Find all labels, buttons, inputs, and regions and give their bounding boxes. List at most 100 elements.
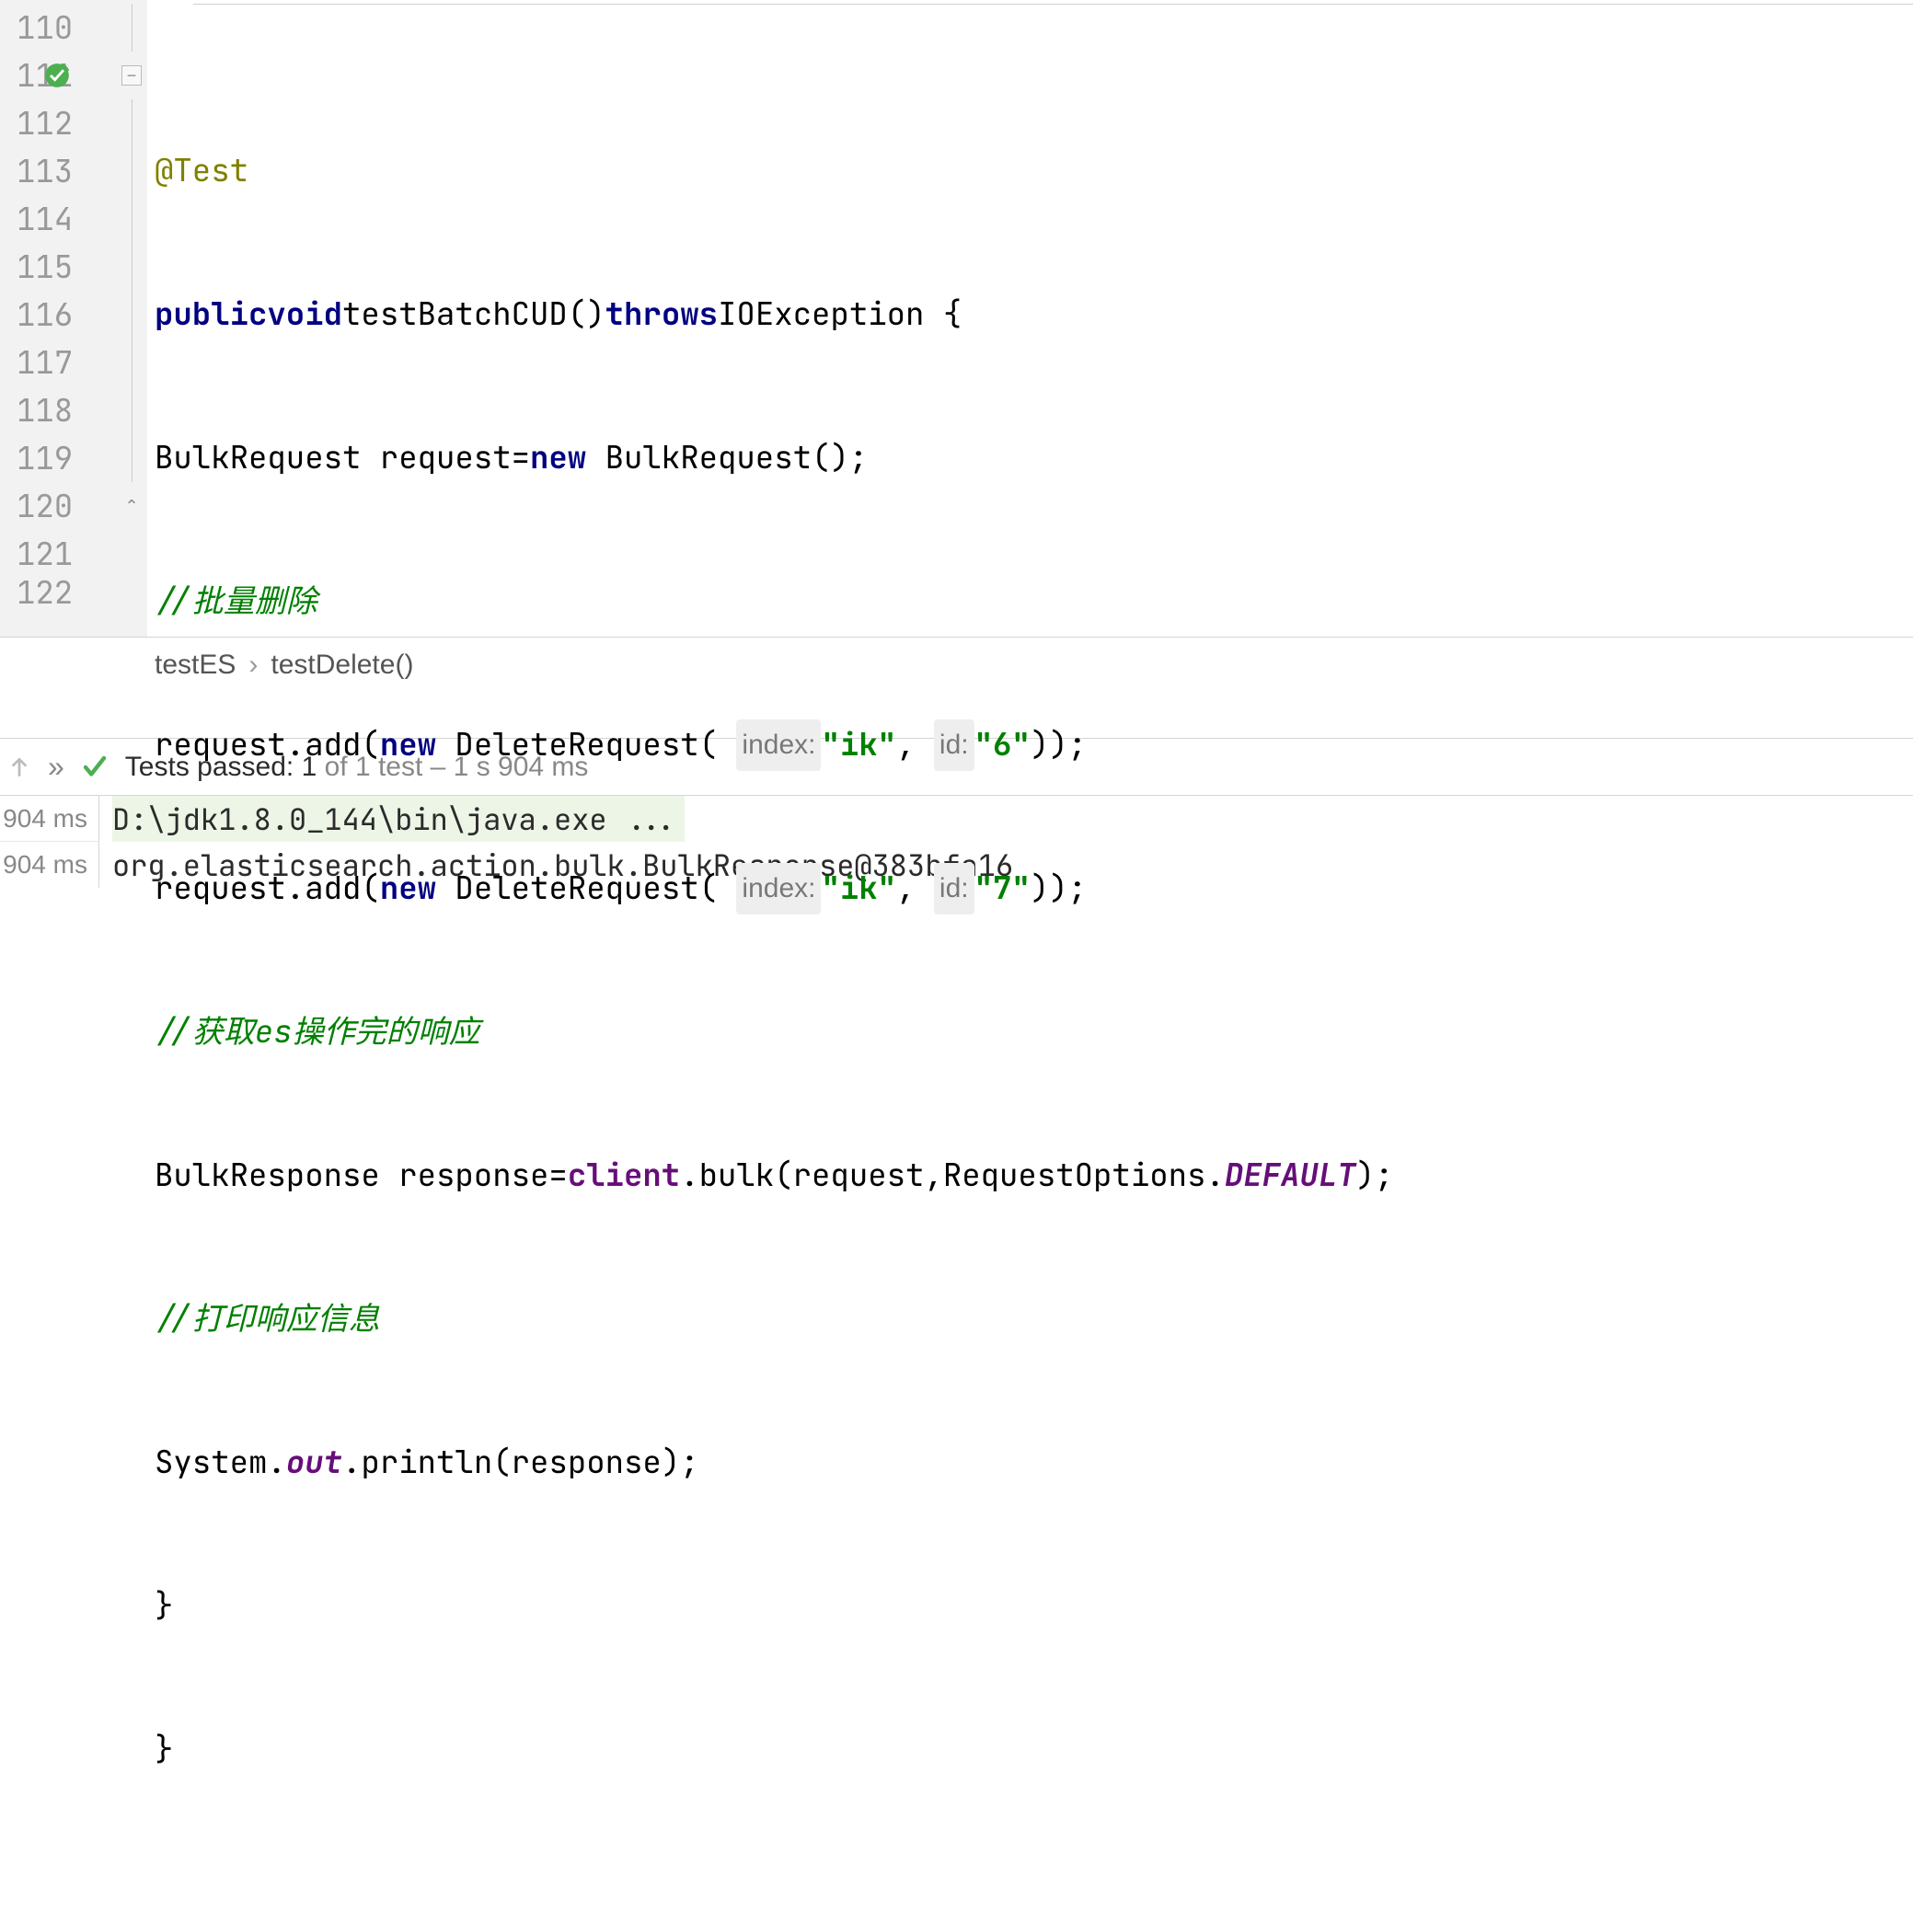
- line-number: 110: [17, 7, 81, 49]
- code-line[interactable]: }: [155, 1582, 1913, 1630]
- comment: //批量删除: [155, 578, 317, 626]
- line-number: 113: [17, 151, 81, 192]
- line-number: 120: [17, 486, 81, 527]
- fold-guide: [132, 386, 133, 434]
- run-test-icon[interactable]: [44, 63, 70, 88]
- gutter: 110 111 − 112 113 114 115 116: [0, 0, 147, 637]
- string-literal: "ik": [821, 865, 896, 913]
- code-text: ));: [1031, 721, 1087, 769]
- fold-guide: [132, 4, 133, 52]
- code-line[interactable]: //打印响应信息: [155, 1295, 1913, 1343]
- code-text: request.add(: [155, 721, 380, 769]
- code-text: .bulk(request,RequestOptions.: [680, 1152, 1225, 1200]
- keyword-new: new: [530, 434, 586, 482]
- code-line[interactable]: [155, 1869, 1913, 1899]
- field-client: client: [568, 1152, 680, 1200]
- code-area[interactable]: @Test public void testBatchCUD() throws …: [147, 0, 1913, 637]
- code-text: BulkResponse response=: [155, 1152, 568, 1200]
- tests-passed-icon: [81, 753, 109, 781]
- code-text: System.: [155, 1439, 286, 1487]
- fold-guide: [132, 339, 133, 386]
- code-text: ,: [896, 721, 934, 769]
- code-text: ));: [1031, 865, 1087, 913]
- gutter-row[interactable]: 120 ⌃: [0, 482, 147, 530]
- fold-guide: [132, 434, 133, 482]
- code-text: DeleteRequest(: [436, 865, 736, 913]
- line-number: 112: [17, 103, 81, 144]
- comment: //打印响应信息: [155, 1295, 380, 1343]
- code-text: DeleteRequest(: [436, 721, 736, 769]
- param-hint-index: index:: [736, 863, 821, 914]
- fold-guide: [132, 243, 133, 291]
- code-text: BulkRequest request=: [155, 434, 530, 482]
- code-line[interactable]: @Test: [155, 147, 1913, 195]
- expand-icon[interactable]: »: [48, 750, 64, 784]
- code-line[interactable]: BulkRequest request=new BulkRequest();: [155, 434, 1913, 482]
- code-line[interactable]: request.add(new DeleteRequest( index: "i…: [155, 721, 1913, 769]
- code-line[interactable]: BulkResponse response=client.bulk(reques…: [155, 1152, 1913, 1200]
- gutter-row[interactable]: 113: [0, 147, 147, 195]
- fold-guide: [132, 99, 133, 147]
- line-number: 117: [17, 342, 81, 384]
- code-line[interactable]: //获取es操作完的响应: [155, 1008, 1913, 1056]
- fold-end-icon[interactable]: ⌃: [121, 496, 142, 516]
- code-text: request.add(: [155, 865, 380, 913]
- gutter-row[interactable]: 116: [0, 291, 147, 339]
- gutter-row[interactable]: 112: [0, 99, 147, 147]
- keyword-void: void: [267, 291, 342, 339]
- history-up-icon[interactable]: [7, 755, 31, 779]
- throws-type: IOException {: [718, 291, 962, 339]
- brace-close: }: [155, 1726, 173, 1774]
- method-separator: [193, 4, 1913, 5]
- comment: //获取es操作完的响应: [155, 1008, 480, 1056]
- param-hint-id: id:: [934, 863, 974, 914]
- test-time[interactable]: 904 ms: [0, 842, 99, 888]
- code-text: ,: [896, 865, 934, 913]
- line-number: 122: [17, 578, 81, 607]
- string-literal: "ik": [821, 721, 896, 769]
- keyword-new: new: [380, 865, 436, 913]
- test-time-column: 904 ms 904 ms: [0, 796, 99, 888]
- code-text: BulkRequest();: [586, 434, 868, 482]
- code-line[interactable]: //批量删除: [155, 578, 1913, 626]
- line-number: 119: [17, 438, 81, 479]
- line-number: 114: [17, 199, 81, 240]
- gutter-row[interactable]: 115: [0, 243, 147, 291]
- method-name: testBatchCUD(): [342, 291, 605, 339]
- gutter-row[interactable]: 122: [0, 578, 147, 607]
- brace-close: }: [155, 1582, 173, 1630]
- gutter-row[interactable]: 111 −: [0, 52, 147, 99]
- code-line[interactable]: public void testBatchCUD() throws IOExce…: [155, 291, 1913, 339]
- fold-guide: [132, 291, 133, 339]
- param-hint-index: index:: [736, 719, 821, 771]
- code-text: );: [1356, 1152, 1394, 1200]
- code-line[interactable]: request.add(new DeleteRequest( index: "i…: [155, 865, 1913, 913]
- code-text: .println(response);: [342, 1439, 699, 1487]
- line-number: 121: [17, 534, 81, 575]
- fold-guide: [132, 195, 133, 243]
- fold-guide: [132, 147, 133, 195]
- gutter-row[interactable]: 119: [0, 434, 147, 482]
- test-time[interactable]: 904 ms: [0, 796, 99, 842]
- keyword-public: public: [155, 291, 267, 339]
- param-hint-id: id:: [934, 719, 974, 771]
- string-literal: "7": [974, 865, 1031, 913]
- gutter-row[interactable]: 114: [0, 195, 147, 243]
- annotation: @Test: [155, 147, 248, 195]
- line-number: 116: [17, 294, 81, 336]
- string-literal: "6": [974, 721, 1031, 769]
- line-number: 118: [17, 390, 81, 431]
- field-out: out: [286, 1439, 342, 1487]
- keyword-new: new: [380, 721, 436, 769]
- code-line[interactable]: }: [155, 1726, 1913, 1774]
- gutter-row[interactable]: 110: [0, 4, 147, 52]
- field-default: DEFAULT: [1225, 1152, 1356, 1200]
- gutter-row[interactable]: 121: [0, 530, 147, 578]
- line-number: 115: [17, 247, 81, 288]
- gutter-row[interactable]: 117: [0, 339, 147, 386]
- code-line[interactable]: System.out.println(response);: [155, 1439, 1913, 1487]
- gutter-row[interactable]: 118: [0, 386, 147, 434]
- keyword-throws: throws: [605, 291, 718, 339]
- editor-area: 110 111 − 112 113 114 115 116: [0, 0, 1913, 637]
- fold-minus-icon[interactable]: −: [121, 65, 142, 86]
